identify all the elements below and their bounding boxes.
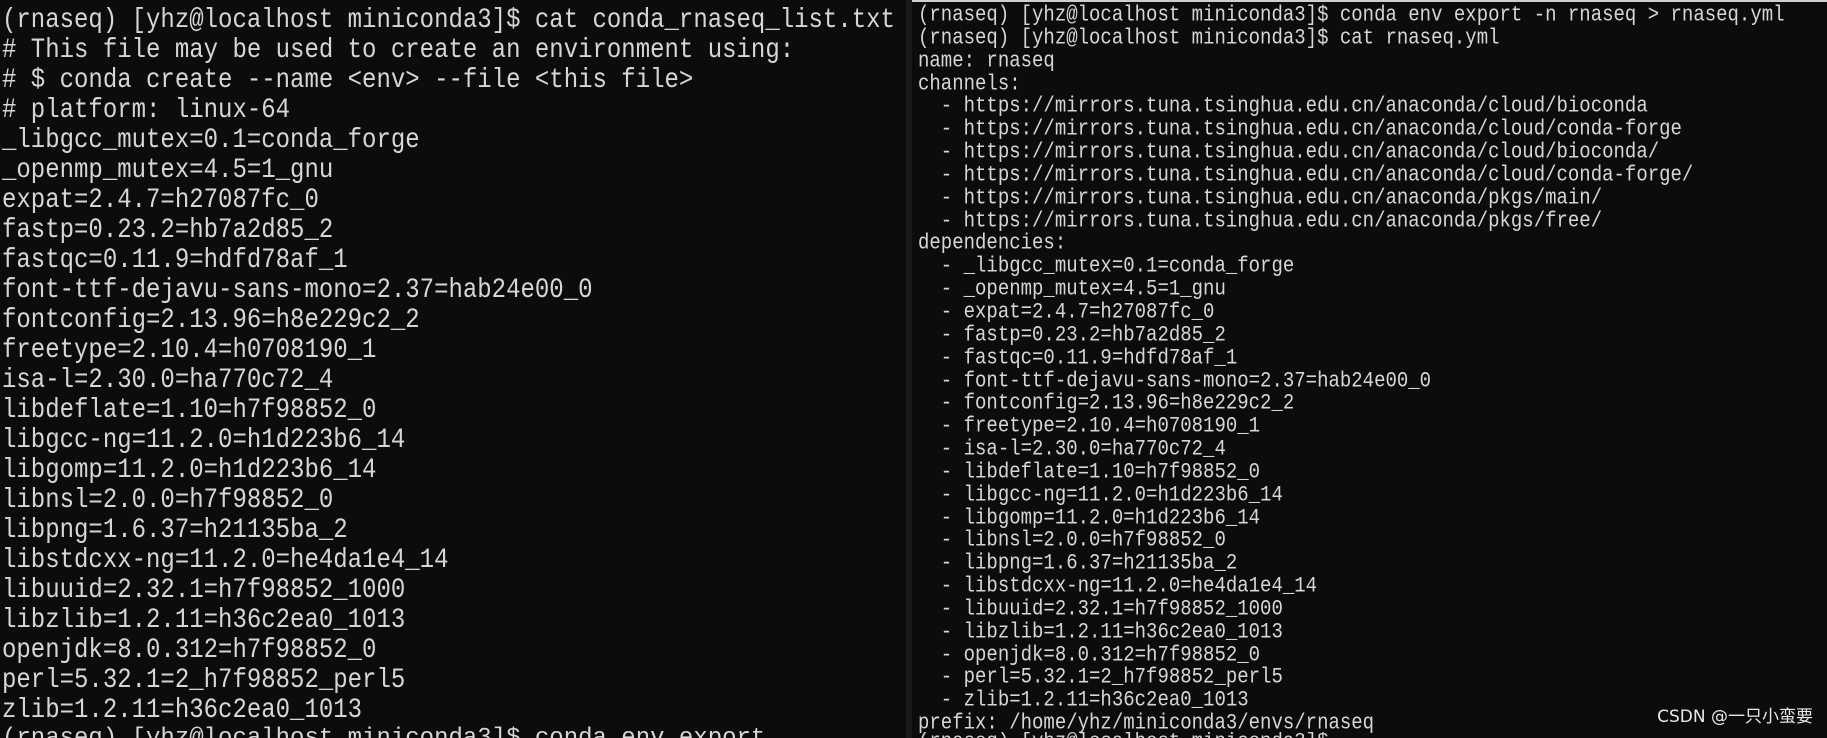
csdn-watermark: CSDN @一只小蛮要: [1657, 707, 1813, 727]
right-terminal-output: (rnaseq) [yhz@localhost miniconda3]$ con…: [918, 2, 1785, 735]
terminal-line: - fastqc=0.11.9=hdfd78af_1: [918, 344, 1238, 371]
terminal-line: zlib=1.2.11=h36c2ea0_1013: [2, 694, 363, 726]
right-terminal-pane[interactable]: (rnaseq) [yhz@localhost miniconda3]$ con…: [912, 0, 1827, 738]
left-terminal-pane[interactable]: ▀▀▀▀▀▀▀ ▀▀▀▀▀ (rnaseq) [yhz@localhost mi…: [0, 0, 906, 738]
left-terminal-output: (rnaseq) [yhz@localhost miniconda3]$ cat…: [2, 5, 895, 726]
left-cutoff-prompt-line: (rnaseq) [yhz@localhost miniconda3]$ con…: [2, 725, 765, 738]
right-cutoff-prompt-line: (rnaseq) [yhz@localhost miniconda3]$: [918, 730, 1328, 738]
